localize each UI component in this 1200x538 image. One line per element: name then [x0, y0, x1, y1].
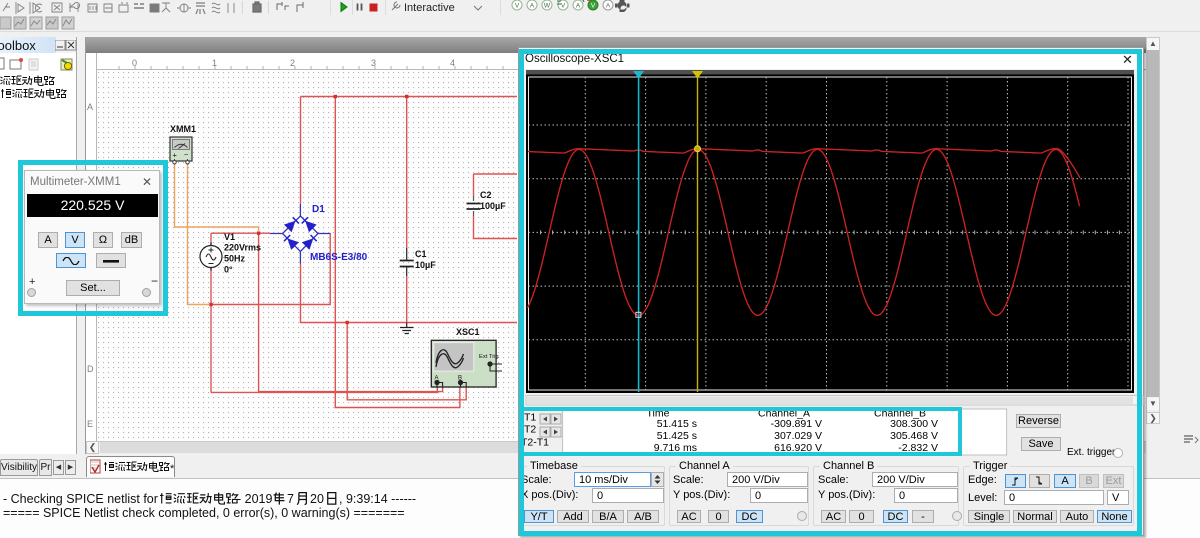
- svg-text:Ext Trig: Ext Trig: [479, 354, 499, 360]
- svg-text:D: D: [87, 364, 94, 374]
- svg-text:*: *: [170, 463, 175, 475]
- svg-text:220Vrms: 220Vrms: [224, 243, 261, 253]
- svg-text:C2: C2: [480, 190, 492, 200]
- svg-text:+: +: [173, 151, 178, 160]
- svg-text:XSC1: XSC1: [456, 327, 480, 337]
- svg-text:XMM1: XMM1: [170, 124, 196, 134]
- svg-text:- 2019: - 2019: [237, 492, 272, 506]
- svg-text:A: A: [87, 102, 93, 112]
- svg-text:50Hz: 50Hz: [224, 254, 246, 264]
- svg-text:C1: C1: [415, 249, 427, 259]
- svg-text:D1: D1: [312, 204, 325, 215]
- svg-text:100µF: 100µF: [480, 201, 506, 211]
- svg-text:2: 2: [290, 58, 295, 68]
- svg-text:10µF: 10µF: [415, 260, 436, 270]
- svg-text:−: −: [184, 150, 189, 159]
- svg-text:- Checking SPICE netlist for: - Checking SPICE netlist for: [3, 492, 158, 506]
- svg-text:0°: 0°: [224, 265, 233, 275]
- svg-text:E: E: [87, 419, 93, 429]
- svg-text:, 9:39:14 ------: , 9:39:14 ------: [339, 492, 416, 506]
- svg-text:20: 20: [310, 492, 324, 506]
- svg-text:V1: V1: [224, 232, 235, 242]
- svg-text:===== SPICE Netlist check comp: ===== SPICE Netlist check completed, 0 e…: [3, 506, 405, 520]
- svg-text:4: 4: [450, 58, 455, 68]
- svg-text:MB6S-E3/80: MB6S-E3/80: [310, 252, 368, 263]
- svg-text:7: 7: [287, 492, 294, 506]
